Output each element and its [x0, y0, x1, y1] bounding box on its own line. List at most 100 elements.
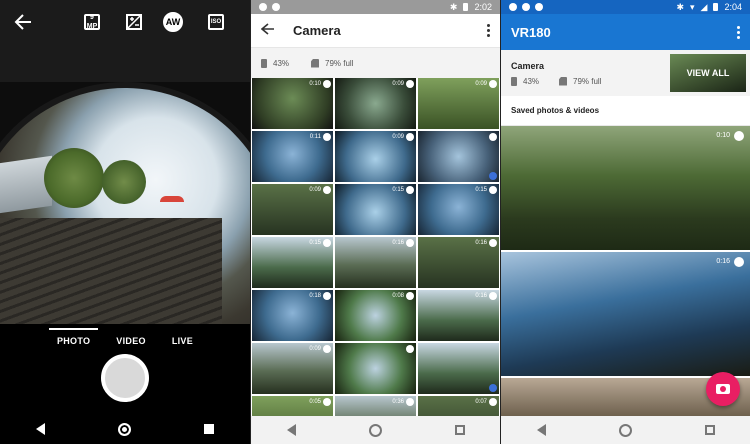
- video-item[interactable]: 0:16: [501, 252, 750, 376]
- nav-recents-icon[interactable]: [704, 425, 715, 435]
- iso-icon[interactable]: ISO: [208, 12, 224, 32]
- thumbnail[interactable]: 0:09: [418, 78, 499, 129]
- preview-umbrella: [160, 196, 184, 202]
- status-time: 2:04: [724, 2, 742, 12]
- nav-home-icon[interactable]: [117, 422, 131, 436]
- battery-icon: [463, 3, 469, 11]
- thumbnail-grid: 0:10 0:09 0:09 0:11 0:09 0:09 0:15 0:15 …: [251, 78, 500, 444]
- play-icon: [406, 133, 414, 141]
- video-duration: 0:09: [309, 187, 321, 193]
- bluetooth-icon: ✱: [449, 1, 458, 12]
- video-duration: 0:15: [475, 187, 487, 193]
- thumbnail[interactable]: 0:16: [418, 290, 499, 341]
- bluetooth-icon: ✱: [676, 1, 685, 12]
- play-icon: [323, 398, 331, 406]
- thumbnail[interactable]: [335, 343, 416, 394]
- thumbnail[interactable]: [418, 343, 499, 394]
- play-icon: [323, 80, 331, 88]
- play-icon: [406, 292, 414, 300]
- wifi-icon: ▾: [690, 1, 695, 12]
- play-icon: [406, 80, 414, 88]
- battery-level-icon: [511, 76, 517, 86]
- nav-recents-icon[interactable]: [454, 425, 465, 435]
- nav-home-icon[interactable]: [368, 423, 382, 437]
- megapixel-label: 9 MP: [84, 14, 100, 30]
- battery-level: 43%: [523, 76, 540, 86]
- vr180-app-bar: VR180: [501, 14, 750, 50]
- video-duration: 0:09: [392, 81, 404, 87]
- white-balance-label: AW: [163, 12, 183, 32]
- video-duration: 0:09: [475, 81, 487, 87]
- system-nav-bar: [501, 416, 750, 444]
- sd-card-icon: [311, 58, 320, 68]
- play-icon: [489, 398, 497, 406]
- nav-recents-icon[interactable]: [203, 424, 214, 434]
- play-icon: [734, 257, 744, 267]
- preview-deck: [0, 218, 222, 324]
- camera-card-info: Camera 43% 79% full: [511, 61, 601, 86]
- camera-card-title: Camera: [511, 60, 545, 71]
- nav-back-icon[interactable]: [36, 423, 46, 435]
- camera-fab-button[interactable]: [706, 372, 740, 406]
- thumbnail[interactable]: 0:16: [335, 237, 416, 288]
- storage-level: 79% full: [325, 58, 354, 68]
- thumbnail[interactable]: 0:08: [335, 290, 416, 341]
- thumbnail[interactable]: 0:15: [418, 184, 499, 235]
- play-icon: [323, 133, 331, 141]
- overflow-menu-icon[interactable]: [736, 25, 740, 39]
- thumbnail[interactable]: 0:09: [335, 131, 416, 182]
- thumbnail[interactable]: 0:18: [252, 290, 333, 341]
- exposure-icon[interactable]: [126, 12, 142, 32]
- play-icon: [323, 239, 331, 247]
- mode-live[interactable]: LIVE: [172, 332, 193, 346]
- overflow-menu-icon[interactable]: [486, 24, 490, 37]
- sd-card-icon: [559, 76, 568, 86]
- viewfinder[interactable]: [0, 82, 250, 324]
- thumbnail[interactable]: 0:15: [252, 237, 333, 288]
- mode-video[interactable]: VIDEO: [116, 332, 146, 346]
- video-duration: 0:10: [309, 81, 321, 87]
- video-duration: 0:16: [475, 240, 487, 246]
- megapixel-icon[interactable]: 9 MP: [84, 12, 100, 32]
- camera-screen: 9 MP AW ISO PHOTO VIDEO LIVE: [0, 0, 250, 444]
- play-icon: [323, 345, 331, 353]
- play-icon: [406, 186, 414, 194]
- app-title: VR180: [511, 24, 551, 40]
- thumbnail[interactable]: [418, 131, 499, 182]
- preview-plant: [44, 148, 104, 208]
- thumbnail[interactable]: 0:10: [252, 78, 333, 129]
- notification-icon: [272, 3, 280, 11]
- thumbnail[interactable]: 0:09: [252, 184, 333, 235]
- play-icon: [323, 292, 331, 300]
- vr180-screen: ✱ ▾ ◢ 2:04 VR180 Camera 43% 79% full VIE…: [500, 0, 750, 444]
- nav-back-icon[interactable]: [537, 424, 547, 436]
- storage-info: 43% 79% full: [251, 48, 500, 78]
- white-balance-icon[interactable]: AW: [163, 12, 183, 32]
- signal-icon: ◢: [700, 1, 708, 12]
- thumbnail[interactable]: 0:11: [252, 131, 333, 182]
- view-all-button[interactable]: VIEW ALL: [670, 54, 746, 92]
- thumbnail[interactable]: 0:09: [335, 78, 416, 129]
- notification-icons: [509, 3, 543, 11]
- back-arrow-icon[interactable]: [260, 22, 275, 40]
- nav-home-icon[interactable]: [618, 423, 632, 437]
- capture-mode-selector: PHOTO VIDEO LIVE: [0, 324, 250, 354]
- play-icon: [406, 239, 414, 247]
- video-duration: 0:08: [392, 293, 404, 299]
- battery-level: 43%: [273, 58, 290, 68]
- mode-photo[interactable]: PHOTO: [48, 328, 99, 346]
- back-arrow-icon[interactable]: [12, 12, 34, 32]
- thumbnail[interactable]: 0:09: [252, 343, 333, 394]
- video-item[interactable]: 0:10: [501, 126, 750, 250]
- shutter-button[interactable]: [101, 354, 149, 402]
- notification-icons: [259, 3, 280, 11]
- video-duration: 0:36: [392, 399, 404, 405]
- status-bar: ✱ 2:02: [251, 0, 500, 14]
- nav-back-icon[interactable]: [287, 424, 297, 436]
- video-duration: 0:16: [475, 293, 487, 299]
- thumbnail[interactable]: 0:15: [335, 184, 416, 235]
- camera-card[interactable]: Camera 43% 79% full VIEW ALL: [501, 50, 750, 96]
- thumbnail[interactable]: 0:16: [418, 237, 499, 288]
- play-icon: [489, 239, 497, 247]
- camera-icon: [716, 384, 730, 394]
